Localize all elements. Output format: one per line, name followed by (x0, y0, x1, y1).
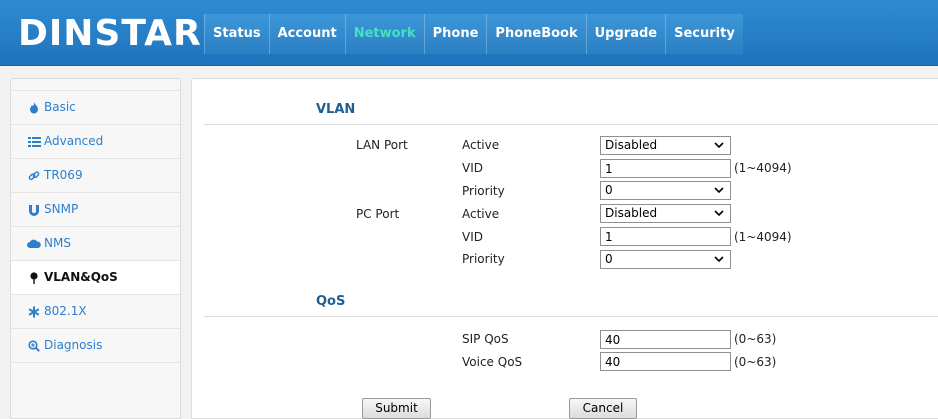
qos-divider (204, 316, 938, 317)
nav-upgrade[interactable]: Upgrade (585, 14, 666, 54)
sidebar-item-diagnosis[interactable]: Diagnosis (11, 329, 180, 363)
chevron-down-icon (714, 184, 724, 201)
pc-priority-value: 0 (605, 252, 613, 266)
asterisk-icon (27, 305, 41, 319)
sidebar-item-advanced[interactable]: Advanced (11, 125, 180, 159)
dinstar-logo: DINSTAR (18, 13, 202, 54)
nav-phone[interactable]: Phone (423, 14, 487, 54)
sidebar: Basic Advanced TR069 SNMP NMS VLAN&QoS 8… (10, 78, 181, 419)
sidebar-item-nms[interactable]: NMS (11, 227, 180, 261)
sidebar-item-label: VLAN&QoS (44, 270, 118, 284)
sip-qos-input[interactable] (600, 330, 731, 349)
lan-priority-value: 0 (605, 183, 613, 197)
list-icon (27, 135, 41, 149)
sidebar-item-label: SNMP (44, 202, 79, 216)
pc-active-value: Disabled (605, 206, 658, 220)
sidebar-item-label: Basic (44, 100, 76, 114)
nav-phonebook[interactable]: PhoneBook (486, 14, 586, 54)
pc-vid-input[interactable] (600, 227, 731, 246)
pc-priority-label: Priority (462, 252, 505, 266)
vlan-divider (204, 124, 938, 125)
sidebar-item-snmp[interactable]: SNMP (11, 193, 180, 227)
pc-active-label: Active (462, 207, 500, 221)
lan-port-label: LAN Port (356, 138, 408, 152)
pc-active-select[interactable]: Disabled (600, 204, 731, 223)
sidebar-item-label: TR069 (44, 168, 83, 182)
qos-section-title: QoS (316, 294, 346, 309)
pc-priority-select[interactable]: 0 (600, 250, 731, 269)
chevron-down-icon (714, 253, 724, 270)
top-header: DINSTAR Status Account Network Phone Pho… (0, 0, 938, 66)
link-icon (27, 169, 41, 183)
lan-priority-select[interactable]: 0 (600, 181, 731, 200)
lan-vid-label: VID (462, 161, 483, 175)
submit-button[interactable]: Submit (362, 398, 431, 419)
sidebar-item-basic[interactable]: Basic (11, 91, 180, 125)
sip-qos-label: SIP QoS (462, 332, 509, 346)
pin-icon (27, 271, 41, 285)
lan-vid-input[interactable] (600, 159, 731, 178)
zoom-icon (27, 339, 41, 353)
nav-security[interactable]: Security (665, 14, 743, 54)
fire-icon (27, 101, 41, 115)
cancel-button[interactable]: Cancel (569, 398, 637, 419)
main-nav: Status Account Network Phone PhoneBook U… (204, 14, 743, 54)
nav-network[interactable]: Network (344, 14, 424, 54)
lan-active-value: Disabled (605, 138, 658, 152)
sidebar-item-8021x[interactable]: 802.1X (11, 295, 180, 329)
pc-vid-label: VID (462, 230, 483, 244)
sidebar-item-label: NMS (44, 236, 71, 250)
lan-active-select[interactable]: Disabled (600, 136, 731, 155)
nav-account[interactable]: Account (268, 14, 345, 54)
sidebar-item-label: Advanced (44, 134, 104, 148)
voice-qos-label: Voice QoS (462, 355, 523, 369)
sip-qos-range-hint: (0~63) (734, 332, 777, 346)
pc-vid-range-hint: (1~4094) (734, 230, 792, 244)
nav-status[interactable]: Status (204, 14, 269, 54)
vlan-qos-panel: VLAN LAN Port Active Disabled VID (1~409… (191, 78, 938, 419)
lan-priority-label: Priority (462, 184, 505, 198)
chevron-down-icon (714, 207, 724, 224)
voice-qos-range-hint: (0~63) (734, 355, 777, 369)
magnet-icon (27, 203, 41, 217)
voice-qos-input[interactable] (600, 352, 731, 371)
sidebar-item-tr069[interactable]: TR069 (11, 159, 180, 193)
chevron-down-icon (714, 139, 724, 156)
pc-port-label: PC Port (356, 207, 400, 221)
cloud-icon (27, 237, 41, 251)
vlan-section-title: VLAN (316, 102, 356, 117)
lan-active-label: Active (462, 138, 500, 152)
sidebar-item-label: 802.1X (44, 304, 87, 318)
sidebar-top-spacer (11, 79, 180, 91)
lan-vid-range-hint: (1~4094) (734, 161, 792, 175)
sidebar-item-vlan-qos[interactable]: VLAN&QoS (11, 261, 180, 295)
sidebar-item-label: Diagnosis (44, 338, 103, 352)
